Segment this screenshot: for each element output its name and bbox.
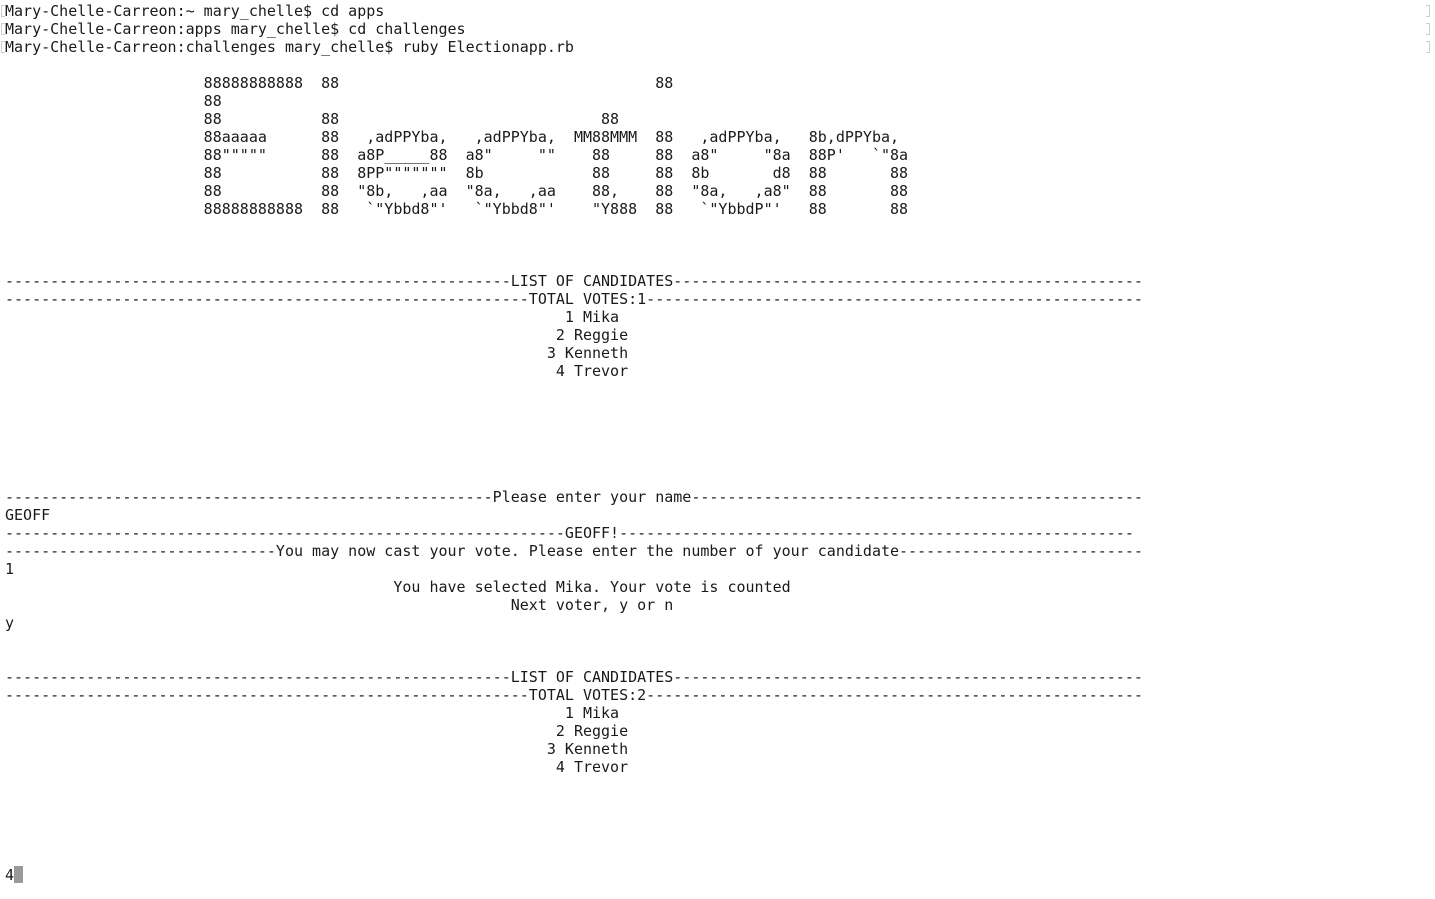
terminal-line-text: GEOFF: [5, 506, 51, 524]
terminal-line: 1: [5, 560, 1143, 578]
terminal-line: GEOFF: [5, 506, 1143, 524]
terminal-line-text: y: [5, 614, 15, 632]
terminal-line: ----------------------------------------…: [5, 524, 1143, 542]
terminal-line-text: ----------------------------------------…: [5, 668, 1143, 686]
terminal-line: ----------------------------------------…: [5, 272, 1143, 290]
terminal-line-text: 1: [5, 560, 15, 578]
terminal-line: 3 Kenneth: [5, 344, 1143, 362]
terminal-line-text: 4: [5, 866, 15, 884]
terminal-line: ----------------------------------------…: [5, 686, 1143, 704]
terminal-line: Mary-Chelle-Carreon:challenges mary_chel…: [5, 38, 1143, 56]
terminal-line: 4: [5, 866, 1143, 884]
terminal-line-text: 3 Kenneth: [5, 344, 629, 362]
terminal-line-text: ----------------------------------------…: [5, 272, 1143, 290]
terminal-output: Mary-Chelle-Carreon:~ mary_chelle$ cd ap…: [5, 2, 1143, 884]
terminal-line-text: ------------------------------You may no…: [5, 542, 1143, 560]
terminal-line-text: Next voter, y or n: [5, 596, 674, 614]
terminal-line-text: You have selected Mika. Your vote is cou…: [5, 578, 791, 596]
terminal-line-text: ----------------------------------------…: [5, 524, 1134, 542]
terminal-window[interactable]: Mary-Chelle-Carreon:~ mary_chelle$ cd ap…: [0, 0, 1435, 899]
terminal-line: y: [5, 614, 1143, 632]
terminal-line-text: 88aaaaa 88 ,adPPYba, ,adPPYba, MM88MMM 8…: [5, 128, 900, 146]
terminal-line: 1 Mika: [5, 308, 1143, 326]
terminal-line-text: ----------------------------------------…: [5, 686, 1143, 704]
terminal-line: Mary-Chelle-Carreon:~ mary_chelle$ cd ap…: [5, 2, 1143, 20]
terminal-line: 88aaaaa 88 ,adPPYba, ,adPPYba, MM88MMM 8…: [5, 128, 1143, 146]
terminal-line-text: Mary-Chelle-Carreon:apps mary_chelle$ cd…: [5, 20, 466, 38]
terminal-line: 2 Reggie: [5, 326, 1143, 344]
terminal-line: ----------------------------------------…: [5, 290, 1143, 308]
terminal-line-text: Mary-Chelle-Carreon:challenges mary_chel…: [5, 38, 574, 56]
terminal-line: 88""""" 88 a8P_____88 a8" "" 88 88 a8" "…: [5, 146, 1143, 164]
terminal-line-text: Mary-Chelle-Carreon:~ mary_chelle$ cd ap…: [5, 2, 385, 20]
terminal-line-text: 4 Trevor: [5, 362, 629, 380]
terminal-line: Next voter, y or n: [5, 596, 1143, 614]
terminal-line: 88 88 8PP""""""" 8b 88 88 8b d8 88 88: [5, 164, 1143, 182]
terminal-line-text: 88 88 8PP""""""" 8b 88 88 8b d8 88 88: [5, 164, 909, 182]
terminal-line: 88888888888 88 88: [5, 74, 1143, 92]
terminal-line: 3 Kenneth: [5, 740, 1143, 758]
terminal-line: 88 88 "8b, ,aa "8a, ,aa 88, 88 "8a, ,a8"…: [5, 182, 1143, 200]
terminal-line-text: 88 88 "8b, ,aa "8a, ,aa 88, 88 "8a, ,a8"…: [5, 182, 909, 200]
terminal-line: 1 Mika: [5, 704, 1143, 722]
terminal-line: ----------------------------------------…: [5, 488, 1143, 506]
terminal-line-text: 1 Mika: [5, 308, 620, 326]
prompt-mark: [1426, 23, 1430, 35]
terminal-line: 4 Trevor: [5, 362, 1143, 380]
terminal-line-text: 4 Trevor: [5, 758, 629, 776]
terminal-line-text: 2 Reggie: [5, 722, 629, 740]
terminal-line-text: 88888888888 88 88: [5, 74, 674, 92]
terminal-line-text: ----------------------------------------…: [5, 488, 1143, 506]
terminal-line: ------------------------------You may no…: [5, 542, 1143, 560]
prompt-mark: [1426, 5, 1430, 17]
terminal-line-text: 88888888888 88 `"Ybbd8"' `"Ybbd8"' "Y888…: [5, 200, 909, 218]
terminal-line: 88888888888 88 `"Ybbd8"' `"Ybbd8"' "Y888…: [5, 200, 1143, 218]
terminal-line: 4 Trevor: [5, 758, 1143, 776]
terminal-line-text: 1 Mika: [5, 704, 620, 722]
terminal-line-text: 3 Kenneth: [5, 740, 629, 758]
terminal-line: Mary-Chelle-Carreon:apps mary_chelle$ cd…: [5, 20, 1143, 38]
prompt-mark: [1426, 41, 1430, 53]
terminal-line: You have selected Mika. Your vote is cou…: [5, 578, 1143, 596]
text-cursor[interactable]: [14, 866, 24, 883]
terminal-line-text: 88: [5, 92, 222, 110]
terminal-line: 88: [5, 92, 1143, 110]
terminal-line-text: 2 Reggie: [5, 326, 629, 344]
terminal-line-text: 88 88 88: [5, 110, 620, 128]
terminal-line-text: ----------------------------------------…: [5, 290, 1143, 308]
terminal-line: 2 Reggie: [5, 722, 1143, 740]
terminal-line-text: 88""""" 88 a8P_____88 a8" "" 88 88 a8" "…: [5, 146, 909, 164]
terminal-line: 88 88 88: [5, 110, 1143, 128]
terminal-line: ----------------------------------------…: [5, 668, 1143, 686]
